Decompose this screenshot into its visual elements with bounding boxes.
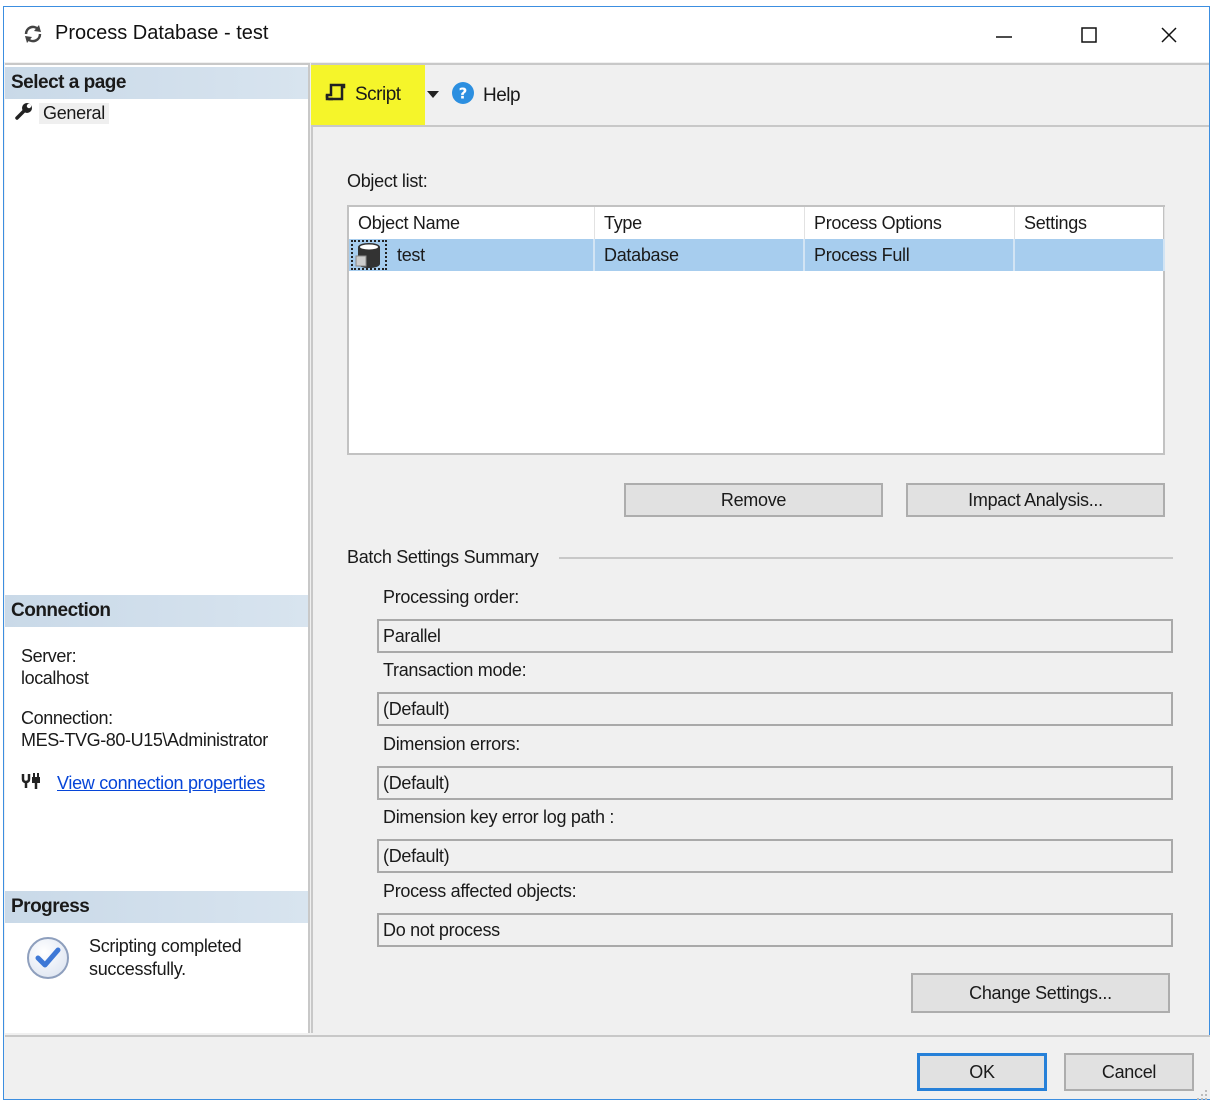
processing-order-label: Processing order: — [383, 587, 519, 607]
cancel-button[interactable]: Cancel — [1064, 1053, 1194, 1091]
dimension-errors-field: (Default) — [377, 766, 1173, 800]
column-header-object-name[interactable]: Object Name — [349, 207, 595, 239]
sidebar-item-label: General — [39, 102, 109, 124]
cell-type: Database — [595, 239, 805, 271]
help-icon: ? — [451, 81, 475, 110]
toolbar: Script ? Help — [311, 63, 1209, 125]
column-header-type[interactable]: Type — [595, 207, 805, 239]
change-settings-button[interactable]: Change Settings... — [911, 973, 1170, 1013]
object-list[interactable]: Object Name Type Process Options Setting… — [347, 205, 1165, 455]
help-label: Help — [483, 84, 521, 106]
cell-object-name: test — [349, 239, 595, 271]
process-affected-objects-label: Process affected objects: — [383, 881, 577, 901]
plug-icon — [21, 772, 41, 795]
server-label: Server: — [21, 646, 77, 666]
minimize-button[interactable] — [964, 7, 1044, 62]
dimension-key-error-log-path-label: Dimension key error log path : — [383, 807, 615, 827]
wrench-icon — [15, 102, 33, 125]
process-affected-objects-field: Do not process — [377, 913, 1173, 947]
sidebar-item-general[interactable]: General — [15, 100, 109, 126]
dimension-errors-label: Dimension errors: — [383, 734, 520, 754]
close-icon — [1161, 26, 1177, 43]
close-button[interactable] — [1129, 7, 1209, 62]
progress-status: Scripting completed successfully. — [25, 935, 242, 986]
cell-process-options[interactable]: Process Full — [805, 239, 1015, 271]
processing-order-field: Parallel — [377, 619, 1173, 653]
script-label: Script — [355, 84, 401, 105]
connection-value: MES-TVG-80-U15\Administrator — [21, 730, 268, 750]
general-page: Object list: Object Name Type Process Op… — [311, 125, 1209, 1033]
select-page-header: Select a page — [5, 67, 308, 99]
server-value: localhost — [21, 668, 89, 688]
connection-header: Connection — [5, 595, 308, 627]
view-connection-properties-link[interactable]: View connection properties — [57, 773, 265, 794]
refresh-icon — [22, 23, 44, 45]
progress-header: Progress — [5, 891, 308, 923]
help-button[interactable]: ? Help — [451, 81, 521, 110]
maximize-icon — [1081, 26, 1097, 43]
svg-text:?: ? — [459, 85, 468, 103]
maximize-button[interactable] — [1049, 7, 1129, 62]
dialog-footer: OK Cancel — [5, 1035, 1210, 1100]
script-button[interactable]: Script — [311, 65, 425, 125]
cell-settings[interactable] — [1015, 239, 1165, 271]
process-database-dialog: Process Database - test Select a page Ge… — [3, 6, 1210, 1100]
resize-grip-icon[interactable] — [1196, 1085, 1208, 1100]
table-row[interactable]: test Database Process Full — [349, 239, 1165, 271]
database-icon — [351, 240, 387, 270]
ok-button[interactable]: OK — [917, 1053, 1047, 1091]
script-icon — [325, 82, 347, 109]
window-title: Process Database - test — [55, 22, 269, 44]
column-header-settings[interactable]: Settings — [1015, 207, 1165, 239]
impact-analysis-button[interactable]: Impact Analysis... — [906, 483, 1165, 517]
progress-line-1: Scripting completed — [89, 936, 242, 956]
remove-button[interactable]: Remove — [624, 483, 883, 517]
progress-text: Scripting completed successfully. — [89, 935, 242, 986]
left-panel: Select a page General Connection Server:… — [5, 63, 310, 1033]
connection-label: Connection: — [21, 708, 113, 728]
check-circle-icon — [25, 935, 71, 986]
minimize-icon — [996, 35, 1012, 38]
object-list-label: Object list: — [347, 171, 428, 191]
transaction-mode-field: (Default) — [377, 692, 1173, 726]
object-list-header: Object Name Type Process Options Setting… — [349, 207, 1165, 239]
progress-line-2: successfully. — [89, 959, 186, 979]
batch-settings-title: Batch Settings Summary — [347, 547, 549, 568]
object-name-value: test — [397, 245, 425, 265]
column-header-process-options[interactable]: Process Options — [805, 207, 1015, 239]
script-dropdown-arrow-icon[interactable] — [427, 91, 439, 98]
title-bar: Process Database - test — [4, 7, 1209, 62]
batch-settings-divider — [559, 557, 1173, 559]
transaction-mode-label: Transaction mode: — [383, 660, 527, 680]
view-connection-properties[interactable]: View connection properties — [21, 772, 265, 795]
dimension-key-error-log-path-field: (Default) — [377, 839, 1173, 873]
